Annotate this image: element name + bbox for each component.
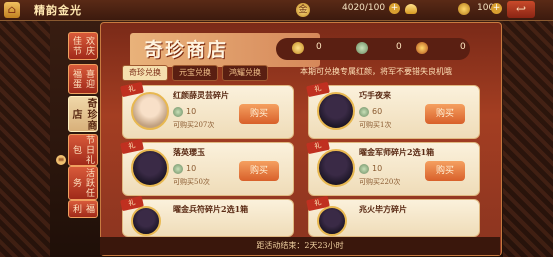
tab-festival[interactable]: 欢庆佳节 (68, 32, 98, 60)
filter-honor-exchange[interactable]: 鸿耀兑换 (222, 65, 268, 81)
buy-button[interactable]: 购买 (239, 104, 279, 124)
jade-icon (173, 107, 183, 117)
coin-icon (292, 42, 304, 54)
tab-welfare[interactable]: 福利 (68, 200, 98, 218)
item-cost: 10 (186, 107, 197, 116)
gold-currency-icon: 金 (296, 3, 310, 17)
countdown-bar: 距活动结束：2天23小时 (100, 237, 500, 255)
item-cost: 10 (372, 164, 383, 173)
item-portrait (131, 206, 161, 236)
item-name: 兆火毕方碎片 (359, 204, 407, 214)
item-name: 落英璎玉 (173, 147, 205, 157)
shop-item-card: 礼 兆火毕方碎片 (306, 195, 480, 237)
item-limit: 可购买50次 (173, 178, 210, 186)
item-portrait (317, 206, 347, 236)
ingot-icon (405, 4, 417, 14)
item-name: 红颜薛灵芸碎片 (173, 90, 229, 100)
buy-button[interactable]: 购买 (425, 104, 465, 124)
collapse-menu-icon[interactable]: ≡ (56, 155, 66, 165)
tab-active-tasks[interactable]: 活跃任务 (68, 166, 98, 200)
buy-button[interactable]: 购买 (239, 161, 279, 181)
filter-rare-exchange[interactable]: 奇珍兑换 (122, 65, 168, 81)
home-icon[interactable]: ⌂ (4, 2, 20, 18)
coin-icon (458, 3, 470, 15)
back-arrow-icon[interactable]: ↩ (507, 1, 535, 18)
shop-item-card: 礼 巧手夜来 60 可购买1次 购买 (306, 81, 480, 139)
item-cost: 60 (372, 107, 383, 116)
item-name: 曜金兵符碎片2选1箱 (173, 204, 249, 214)
filter-ingot-exchange[interactable]: 元宝兑换 (172, 65, 218, 81)
item-limit: 可购买220次 (359, 178, 401, 186)
item-portrait (131, 92, 169, 130)
top-bar: ⌂ 精韵金光 金 4020/100 + 100 + ↩ (0, 0, 553, 21)
tab-rare-shop[interactable]: 奇珍商店 (68, 96, 98, 132)
shop-notice: 本期可兑换专属红颜，将军不要错失良机哦 (300, 67, 452, 76)
shop-item-card: 礼 红颜薛灵芸碎片 10 可购买207次 购买 (120, 81, 294, 139)
add-currency-2-icon[interactable]: + (491, 3, 502, 14)
item-name: 巧手夜来 (359, 90, 391, 100)
shop-item-card: 礼 落英璎玉 10 可购买50次 购买 (120, 138, 294, 196)
item-portrait (317, 149, 355, 187)
coin-count: 0 (316, 42, 322, 52)
event-title: 精韵金光 (34, 4, 82, 17)
jade-icon (356, 42, 368, 54)
jade-icon (173, 164, 183, 174)
jade-icon (359, 164, 369, 174)
item-cost: 10 (186, 164, 197, 173)
lattice-decoration-right (503, 20, 553, 257)
tab-lucky-egg[interactable]: 喜迎福蛋 (68, 64, 98, 94)
token-count: 0 (460, 42, 466, 52)
currency-1-value: 4020/100 (342, 3, 386, 13)
item-portrait (317, 92, 355, 130)
shop-item-card: 礼 曜金兵符碎片2选1箱 (120, 195, 294, 237)
jade-icon (359, 107, 369, 117)
item-limit: 可购买207次 (173, 121, 215, 129)
currency-bar (276, 38, 470, 60)
add-currency-1-icon[interactable]: + (389, 3, 400, 14)
buy-button[interactable]: 购买 (425, 161, 465, 181)
shop-item-card: 礼 曜金军师碎片2选1箱 10 可购买220次 购买 (306, 138, 480, 196)
item-limit: 可购买1次 (359, 121, 392, 129)
tab-holiday-pack[interactable]: 节日礼包 (68, 134, 98, 166)
game-screen: ⌂ 精韵金光 金 4020/100 + 100 + ↩ 欢庆佳节 喜迎福蛋 奇珍… (0, 0, 553, 257)
jade-count: 0 (396, 42, 402, 52)
lattice-decoration-left (0, 20, 50, 257)
item-name: 曜金军师碎片2选1箱 (359, 147, 435, 157)
item-portrait (131, 149, 169, 187)
token-icon (416, 42, 428, 54)
